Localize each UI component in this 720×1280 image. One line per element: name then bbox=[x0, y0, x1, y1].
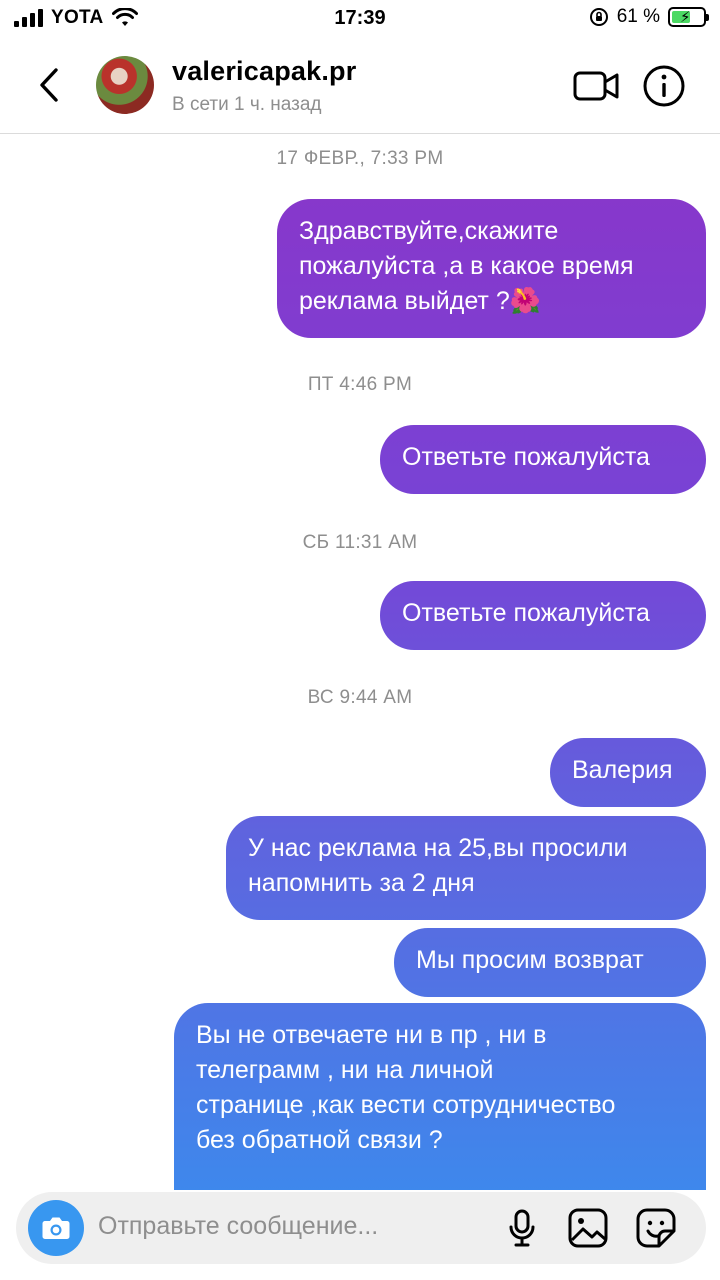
message-line: Здравствуйте,скажите bbox=[299, 217, 559, 245]
message-line: Ответьте пожалуйста bbox=[402, 599, 650, 627]
message-input[interactable]: Отправьте сообщение... bbox=[98, 1212, 378, 1241]
message-line: У нас реклама на 25,вы просили bbox=[248, 834, 628, 862]
chat-title[interactable]: valericapak.pr bbox=[172, 56, 356, 87]
message-bubble[interactable]: Здравствуйте,скажите пожалуйста ,а в как… bbox=[277, 199, 706, 338]
battery-percent: 61 % bbox=[616, 6, 660, 27]
message-line: Валерия bbox=[572, 756, 673, 784]
message-thread[interactable]: 17 ФЕВР., 7:33 PM Здравствуйте,скажите п… bbox=[0, 134, 720, 1190]
timestamp: ПТ 4:46 PM bbox=[307, 374, 413, 395]
battery-icon: ⚡ bbox=[668, 7, 709, 27]
message-bubble[interactable]: Валерия bbox=[550, 738, 706, 807]
message-line: Мы просим возврат bbox=[416, 946, 644, 974]
message-bubble[interactable]: У нас реклама на 25,вы просили напомнить… bbox=[226, 816, 706, 920]
message-line: Вы не отвечаете ни в пр , ни в bbox=[196, 1021, 547, 1049]
microphone-icon[interactable] bbox=[500, 1206, 544, 1250]
timestamp: 17 ФЕВР., 7:33 PM bbox=[276, 148, 444, 169]
message-bubble[interactable]: Мы просим возврат bbox=[394, 928, 706, 997]
message-line: странице ,как вести сотрудничество bbox=[196, 1091, 616, 1119]
camera-button[interactable] bbox=[28, 1200, 84, 1256]
online-status: В сети 1 ч. назад bbox=[172, 94, 322, 115]
message-bubble[interactable]: Вы не отвечаете ни в пр , ни в телеграмм… bbox=[174, 1003, 706, 1190]
message-bubble[interactable]: Ответьте пожалуйста bbox=[380, 581, 706, 650]
timestamp: СБ 11:31 AM bbox=[302, 532, 418, 553]
video-camera-icon[interactable] bbox=[572, 68, 620, 104]
message-line: без обратной связи ? bbox=[196, 1126, 443, 1154]
message-line: реклама выйдет ?🌺 bbox=[299, 287, 541, 315]
info-icon[interactable] bbox=[642, 64, 686, 108]
message-line: Ответьте пожалуйста bbox=[402, 443, 650, 471]
charging-icon: ⚡ bbox=[680, 9, 691, 26]
status-bar: YOTA 17:39 61 % ⚡ bbox=[0, 0, 720, 38]
chat-header: valericapak.pr В сети 1 ч. назад bbox=[0, 38, 720, 134]
message-bubble[interactable]: Ответьте пожалуйста bbox=[380, 425, 706, 494]
camera-icon bbox=[42, 1217, 70, 1239]
image-icon[interactable] bbox=[566, 1206, 610, 1250]
message-line: пожалуйста ,а в какое время bbox=[299, 252, 634, 280]
status-right: 61 % ⚡ bbox=[589, 6, 709, 28]
message-line: телеграмм , ни на личной bbox=[196, 1056, 494, 1084]
message-line: напомнить за 2 дня bbox=[248, 869, 475, 897]
chevron-left-icon[interactable] bbox=[30, 60, 70, 110]
timestamp: ВС 9:44 AM bbox=[307, 687, 413, 708]
avatar[interactable] bbox=[96, 56, 154, 114]
sticker-icon[interactable] bbox=[634, 1206, 678, 1250]
message-composer[interactable]: Отправьте сообщение... bbox=[16, 1192, 706, 1264]
orientation-lock-icon bbox=[589, 8, 608, 26]
